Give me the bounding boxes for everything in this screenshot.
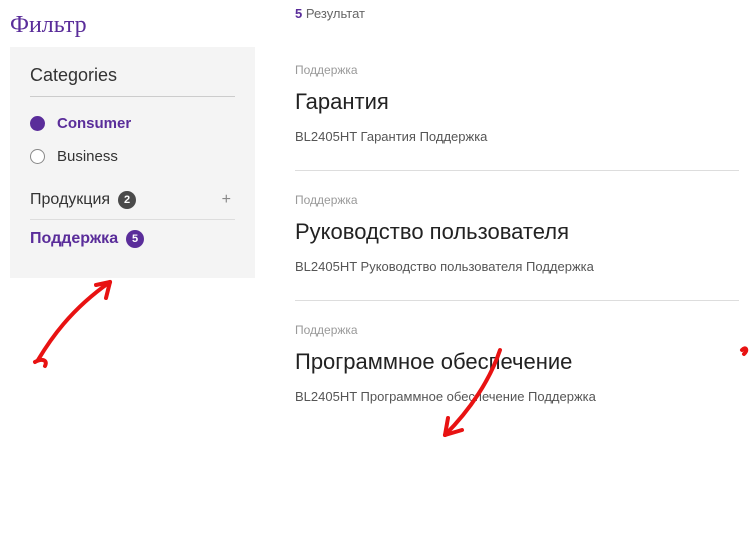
result-title: Гарантия — [295, 89, 739, 115]
facet-products[interactable]: Продукция 2 + — [30, 181, 235, 220]
result-item[interactable]: Поддержка Гарантия BL2405HT Гарантия Под… — [295, 41, 739, 171]
result-desc: BL2405HT Программное обеспечение Поддерж… — [295, 389, 739, 404]
result-category: Поддержка — [295, 193, 739, 207]
results-panel: 5 Результат Поддержка Гарантия BL2405HT … — [265, 0, 749, 430]
radio-icon — [30, 149, 45, 164]
facet-support[interactable]: Поддержка 5 — [30, 220, 235, 258]
filter-title: Фильтр — [0, 0, 265, 47]
facet-count-badge: 5 — [126, 230, 144, 248]
result-item[interactable]: Поддержка Программное обеспечение BL2405… — [295, 301, 739, 430]
radio-label: Business — [57, 148, 118, 165]
result-title: Руководство пользователя — [295, 219, 739, 245]
plus-icon: + — [222, 191, 235, 209]
result-category: Поддержка — [295, 323, 739, 337]
result-category: Поддержка — [295, 63, 739, 77]
result-count-label: Результат — [306, 6, 365, 21]
result-desc: BL2405HT Руководство пользователя Поддер… — [295, 259, 739, 274]
result-item[interactable]: Поддержка Руководство пользователя BL240… — [295, 171, 739, 301]
result-count-number: 5 — [295, 6, 302, 21]
radio-icon — [30, 116, 45, 131]
categories-heading: Categories — [30, 65, 235, 97]
facet-label: Поддержка — [30, 230, 118, 248]
radio-consumer[interactable]: Consumer — [30, 115, 235, 132]
facet-label: Продукция — [30, 191, 110, 209]
result-desc: BL2405HT Гарантия Поддержка — [295, 129, 739, 144]
radio-label: Consumer — [57, 115, 131, 132]
radio-business[interactable]: Business — [30, 148, 235, 165]
result-title: Программное обеспечение — [295, 349, 739, 375]
filter-box: Categories Consumer Business Продукция 2… — [10, 47, 255, 278]
filter-sidebar: Фильтр Categories Consumer Business Прод… — [0, 0, 265, 430]
facet-count-badge: 2 — [118, 191, 136, 209]
result-count: 5 Результат — [295, 0, 739, 41]
